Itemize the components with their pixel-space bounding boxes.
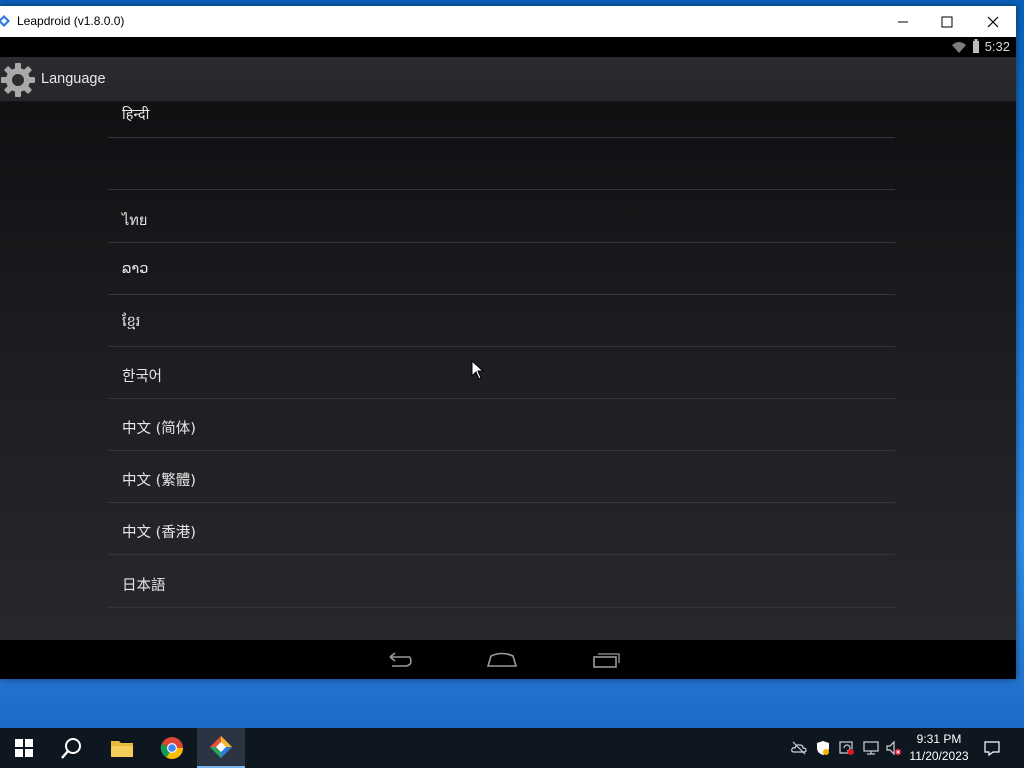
minimize-icon — [898, 21, 908, 22]
action-bar-title: Language — [41, 71, 106, 87]
home-icon — [486, 652, 518, 667]
language-label: 한국어 — [122, 369, 163, 385]
language-label: ລາວ — [122, 261, 149, 277]
notifications-icon[interactable] — [983, 739, 1001, 757]
language-label: 中文 (繁體) — [122, 473, 196, 489]
minimize-button[interactable] — [880, 6, 926, 37]
leapdroid-app-icon — [0, 15, 10, 27]
android-status-bar: 5:32 — [0, 37, 1016, 57]
recent-apps-button[interactable] — [588, 648, 624, 672]
language-item-chinese-hongkong[interactable]: 中文 (香港) — [108, 503, 895, 555]
taskbar-clock-date[interactable]: 11/20/2023 — [906, 749, 972, 763]
language-item-chinese-traditional[interactable]: 中文 (繁體) — [108, 451, 895, 503]
battery-icon — [973, 39, 979, 53]
language-label: हिन्दी — [122, 107, 150, 123]
leapdroid-window: Leapdroid (v1.8.0.0) 5:32 Language हिन्द… — [0, 6, 1016, 679]
close-button[interactable] — [970, 6, 1016, 37]
windows-taskbar: 9:31 PM 11/20/2023 — [0, 728, 1024, 768]
network-icon[interactable] — [863, 740, 879, 756]
back-button[interactable] — [381, 648, 417, 672]
language-label: ខ្មែរ — [122, 314, 141, 330]
security-shield-icon[interactable] — [815, 740, 831, 756]
language-item-lao[interactable]: ລາວ — [108, 243, 895, 295]
search-icon — [61, 738, 81, 759]
close-icon — [987, 16, 999, 27]
maximize-icon — [941, 16, 953, 27]
search-button[interactable] — [48, 728, 96, 768]
status-time: 5:32 — [984, 39, 1010, 54]
start-button[interactable] — [0, 728, 48, 768]
mouse-cursor-icon — [471, 360, 485, 380]
language-item-hindi[interactable]: हिन्दी — [108, 102, 895, 138]
chrome-icon — [160, 737, 183, 759]
volume-muted-icon[interactable] — [886, 740, 902, 756]
window-title: Leapdroid (v1.8.0.0) — [17, 14, 125, 28]
language-item-chinese-simplified[interactable]: 中文 (简体) — [108, 399, 895, 451]
leapdroid-icon — [210, 736, 232, 758]
onedrive-offline-icon[interactable] — [791, 740, 807, 756]
language-item-korean[interactable]: 한국어 — [108, 347, 895, 399]
chrome-button[interactable] — [148, 728, 196, 768]
file-explorer-button[interactable] — [98, 728, 146, 768]
leapdroid-taskbar-button[interactable] — [197, 728, 245, 768]
language-item-blank[interactable] — [108, 138, 895, 190]
language-label: ไทย — [122, 213, 148, 229]
windows-logo-icon — [15, 739, 33, 757]
language-item-khmer[interactable]: ខ្មែរ — [108, 295, 895, 347]
language-label: 日本語 — [122, 578, 166, 594]
language-item-thai[interactable]: ไทย — [108, 191, 895, 243]
folder-icon — [111, 741, 133, 757]
wifi-icon — [952, 42, 966, 53]
windows-update-icon[interactable] — [839, 740, 855, 756]
language-label: 中文 (简体) — [122, 421, 196, 437]
taskbar-clock-time[interactable]: 9:31 PM — [910, 732, 968, 746]
home-button[interactable] — [484, 648, 520, 672]
language-list[interactable]: हिन्दी ไทย ລາວ ខ្មែរ 한국어 中文 (简体) 中文 (繁體)… — [0, 102, 1016, 640]
language-label: 中文 (香港) — [122, 525, 196, 541]
window-titlebar[interactable]: Leapdroid (v1.8.0.0) — [0, 6, 1016, 37]
back-icon — [389, 652, 412, 667]
action-bar: Language — [0, 57, 1016, 102]
recent-apps-icon — [593, 653, 620, 668]
maximize-button[interactable] — [924, 6, 970, 37]
settings-gear-icon[interactable] — [0, 62, 36, 98]
language-item-japanese[interactable]: 日本語 — [108, 556, 895, 608]
android-navigation-bar — [0, 640, 1016, 679]
